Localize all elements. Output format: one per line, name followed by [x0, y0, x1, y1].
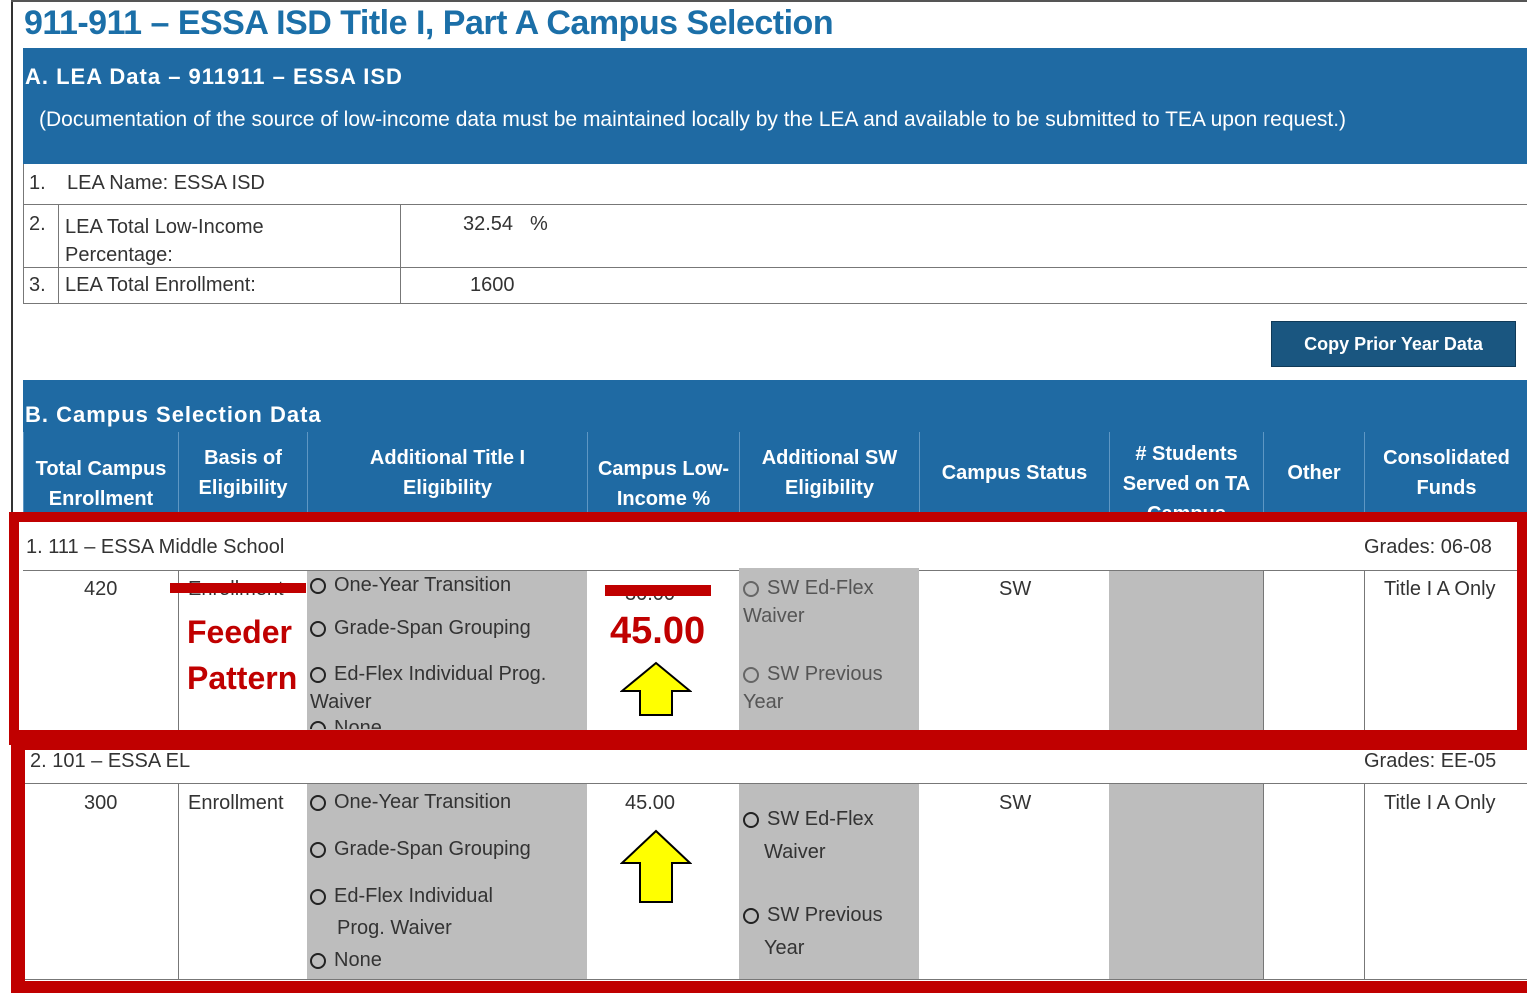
highlight-box-top — [11, 730, 1527, 750]
highlight-box-bottom — [11, 981, 1527, 993]
radio-label-continued: Waiver — [764, 841, 826, 863]
radio-label: One-Year Transition — [334, 791, 512, 813]
campus-basis: Enrollment — [188, 792, 284, 814]
radio-sw-ed-flex[interactable]: SW Ed-Flex — [743, 808, 874, 831]
up-arrow-icon — [620, 829, 692, 903]
lea-low-income-label: LEA Total Low-Income Percentage: — [65, 216, 264, 266]
radio-ed-flex-individual[interactable]: Ed-Flex Individual — [310, 885, 493, 908]
lea-row-num: 1. — [29, 172, 46, 194]
table-border — [1364, 784, 1365, 980]
campus-title: 2. 101 – ESSA EL — [30, 750, 191, 772]
lea-name-label: LEA Name: ESSA ISD — [67, 172, 265, 194]
section-b-heading: B. Campus Selection Data — [25, 402, 322, 427]
radio-label: Grade-Span Grouping — [334, 838, 531, 860]
radio-icon — [310, 952, 326, 969]
campus-low-income-value[interactable]: 45.00 — [625, 792, 675, 815]
campus-grades: Grades: EE-05 — [1364, 750, 1497, 772]
radio-grade-span-grouping[interactable]: Grade-Span Grouping — [310, 838, 531, 861]
col-other: Other — [1263, 432, 1364, 514]
lea-row-enrollment: 3. LEA Total Enrollment: 1600 — [23, 268, 1527, 304]
radio-label: SW Ed-Flex — [767, 808, 874, 830]
col-additional-title-i: Additional Title I Eligibility — [307, 432, 587, 514]
radio-label-continued: Year — [764, 937, 805, 959]
highlight-box — [9, 512, 1527, 745]
col-label: Additional Title I Eligibility — [369, 447, 526, 499]
table-border — [178, 784, 179, 980]
col-label: Campus Low-Income % — [597, 458, 730, 510]
col-label: # Students Served on TA Campus — [1122, 443, 1251, 514]
col-label: Consolidated Funds — [1383, 447, 1510, 499]
col-additional-sw: Additional SW Eligibility — [739, 432, 919, 514]
col-students-served: # Students Served on TA Campus — [1109, 432, 1263, 514]
campus-enrollment[interactable]: 300 — [84, 792, 117, 815]
radio-label: None — [334, 949, 382, 971]
page-title: 911-911 – ESSA ISD Title I, Part A Campu… — [24, 4, 834, 42]
radio-label: Ed-Flex Individual — [334, 885, 493, 907]
lea-row-num: 2. — [29, 213, 46, 235]
campus-status: SW — [999, 792, 1032, 814]
lea-row-name: 1. LEA Name: ESSA ISD — [23, 164, 1527, 205]
lea-row-num: 3. — [29, 274, 46, 296]
table-border — [58, 205, 59, 303]
campus-funds: Title I A Only — [1384, 792, 1496, 814]
lea-enrollment-label: LEA Total Enrollment: — [65, 274, 256, 296]
radio-none[interactable]: None — [310, 949, 382, 972]
radio-one-year-transition[interactable]: One-Year Transition — [310, 791, 511, 814]
col-label: Additional SW Eligibility — [761, 447, 898, 499]
radio-icon — [310, 841, 326, 858]
row-divider — [23, 979, 1527, 980]
lea-enrollment-value[interactable]: 1600 — [470, 274, 515, 297]
table-border — [23, 164, 24, 303]
section-a-header: A. LEA Data – 911911 – ESSA ISD (Documen… — [23, 48, 1527, 164]
col-consolidated-funds: Consolidated Funds — [1364, 432, 1527, 514]
radio-label: SW Previous — [767, 904, 883, 926]
col-label: Other — [1287, 462, 1341, 484]
radio-icon — [310, 888, 326, 905]
table-border — [1263, 784, 1264, 980]
col-campus-status: Campus Status — [919, 432, 1109, 514]
section-a-note: (Documentation of the source of low-inco… — [39, 108, 1347, 131]
page-frame-top — [11, 0, 1527, 2]
radio-icon — [743, 811, 759, 828]
lea-row-low-income: 2. LEA Total Low-Income Percentage: 32.5… — [23, 205, 1527, 268]
col-label: Campus Status — [941, 462, 1088, 484]
section-b-header: B. Campus Selection Data — [23, 380, 1527, 432]
radio-label-continued: Prog. Waiver — [337, 917, 452, 939]
col-basis: Basis of Eligibility — [178, 432, 307, 514]
radio-sw-previous[interactable]: SW Previous — [743, 904, 883, 927]
lea-low-income-value[interactable]: 32.54 — [463, 213, 513, 236]
grey-cell — [1109, 784, 1263, 980]
col-campus-low-income: Campus Low-Income % — [587, 432, 739, 514]
col-label: Basis of Eligibility — [198, 447, 288, 499]
radio-icon — [743, 907, 759, 924]
percent-sign: % — [530, 213, 548, 235]
highlight-box-left — [11, 745, 25, 993]
col-total-enrollment: Total Campus Enrollment — [23, 432, 178, 514]
section-a-heading: A. LEA Data – 911911 – ESSA ISD — [25, 64, 403, 89]
col-label: Total Campus Enrollment — [35, 458, 167, 510]
table-border — [400, 205, 401, 303]
copy-prior-year-button[interactable]: Copy Prior Year Data — [1271, 321, 1516, 367]
radio-icon — [310, 794, 326, 811]
